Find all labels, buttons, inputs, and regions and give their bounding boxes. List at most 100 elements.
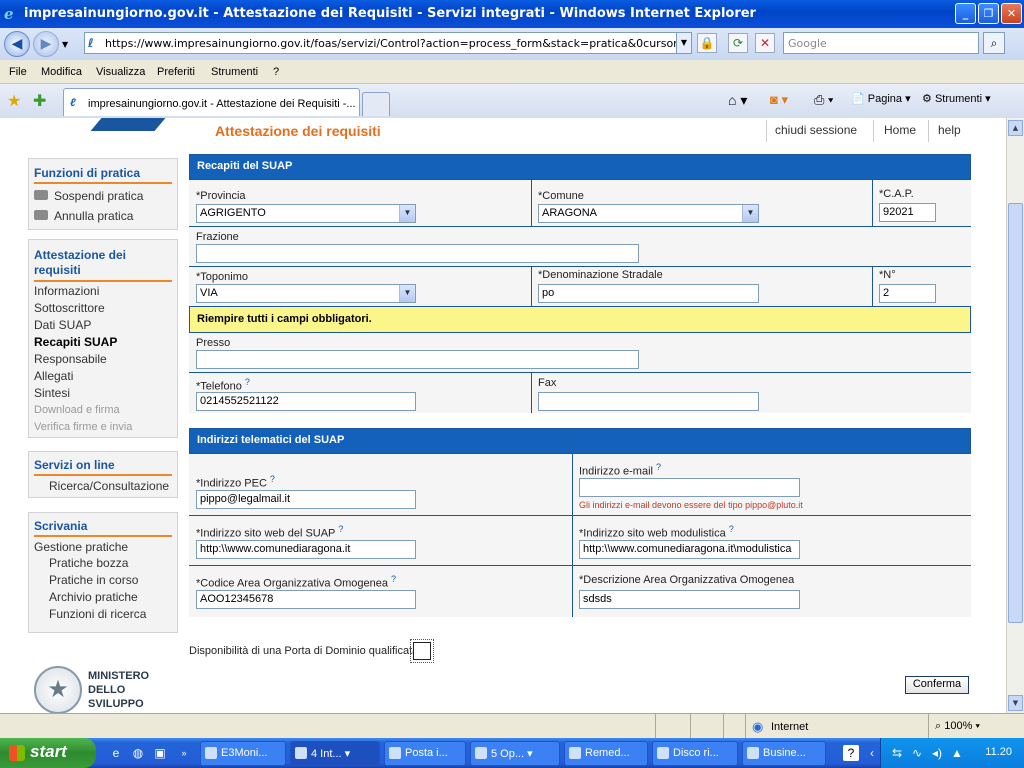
help-icon[interactable]: ?	[729, 524, 734, 534]
confirm-button[interactable]: Conferma	[905, 676, 969, 694]
sidebar-item-ricerca[interactable]: Ricerca/Consultazione	[49, 479, 169, 493]
tools-menu[interactable]: ⚙ Strumenti ▾	[922, 92, 991, 105]
network-icon[interactable]: ⇆	[889, 745, 905, 761]
republic-emblem-icon: ★	[34, 666, 82, 713]
taskbar-button[interactable]: Disco ri...	[652, 741, 738, 766]
modulistica-input[interactable]: http:\\www.comunediaragona.it\modulistic…	[579, 540, 800, 559]
menu-visualizza[interactable]: Visualizza	[96, 66, 145, 78]
sidebar-item-sospendi[interactable]: Sospendi pratica	[34, 189, 143, 203]
cap-input[interactable]: 92021	[879, 203, 936, 222]
descrizione-input[interactable]: sdsds	[579, 590, 800, 609]
menu-preferiti[interactable]: Preferiti	[157, 66, 195, 78]
sidebar-item-archivio-pratiche[interactable]: Archivio pratiche	[49, 590, 138, 604]
start-button[interactable]: start	[0, 738, 96, 768]
add-favorite-icon[interactable]: ✚	[33, 91, 46, 110]
menu-help[interactable]: ?	[273, 66, 279, 78]
sidebar-item-funzioni-ricerca[interactable]: Funzioni di ricerca	[49, 607, 146, 621]
descrizione-label: *Descrizione Area Organizzativa Omogenea	[579, 574, 795, 586]
home-link[interactable]: Home	[884, 123, 916, 137]
page-menu[interactable]: 📄 Pagina ▾	[851, 92, 911, 105]
taskbar-button[interactable]: E3Moni...	[200, 741, 286, 766]
help-icon[interactable]: ?	[245, 377, 250, 387]
zoom-control[interactable]: ⌕ 100% ▾	[935, 720, 980, 733]
frazione-input[interactable]	[196, 244, 639, 263]
wave-icon[interactable]: ∿	[909, 745, 925, 761]
app-quicklaunch-icon[interactable]: ◍	[130, 745, 146, 761]
vertical-scrollbar[interactable]: ▲ ▼	[1006, 118, 1024, 713]
taskbar-button[interactable]: Remed...	[564, 741, 648, 766]
close-button[interactable]: ✕	[1001, 3, 1022, 24]
provincia-select[interactable]: AGRIGENTO ▼	[196, 204, 416, 223]
taskbar-button[interactable]: 4 Int... ▾	[290, 741, 380, 766]
favorites-star-icon[interactable]: ★	[7, 91, 21, 110]
sidebar-item-annulla[interactable]: Annulla pratica	[34, 209, 133, 223]
search-input[interactable]: Google	[783, 32, 979, 54]
history-dropdown-icon[interactable]: ▼	[62, 40, 68, 49]
new-tab-button[interactable]	[362, 92, 390, 116]
sidebar-item-allegati[interactable]: Allegati	[34, 369, 73, 383]
porta-dominio-checkbox[interactable]	[410, 639, 434, 663]
taskbar-button[interactable]: 5 Op... ▾	[470, 741, 560, 766]
back-arrow-icon[interactable]: ◀	[4, 31, 30, 57]
sidebar-item-gestione-pratiche[interactable]: Gestione pratiche	[34, 540, 128, 554]
help-icon[interactable]: ?	[338, 524, 343, 534]
forward-arrow-icon[interactable]: ▶	[33, 31, 59, 57]
maximize-button[interactable]: ❐	[978, 3, 999, 24]
sidebar-item-recapiti-suap[interactable]: Recapiti SUAP	[34, 335, 117, 349]
taskbar: start e ◍ ▣ » E3Moni... 4 Int... ▾ Posta…	[0, 738, 1024, 768]
sidebar-item-dati-suap[interactable]: Dati SUAP	[34, 318, 91, 332]
desktop-quicklaunch-icon[interactable]: ▣	[152, 745, 168, 761]
menu-file[interactable]: File	[9, 66, 27, 78]
address-dropdown-icon[interactable]: ▼	[676, 32, 692, 54]
toponimo-select[interactable]: VIA ▼	[196, 284, 416, 303]
help-icon[interactable]: ?	[843, 745, 859, 761]
scroll-down-icon[interactable]: ▼	[1008, 695, 1023, 711]
window-title-bar[interactable]: e impresainungiorno.gov.it - Attestazion…	[0, 0, 1024, 28]
stop-icon[interactable]: ✕	[755, 33, 775, 53]
rss-feed-icon[interactable]: ◙ ▾	[770, 92, 788, 108]
telefono-input[interactable]: 0214552521122	[196, 392, 416, 411]
help-link[interactable]: help	[938, 123, 961, 137]
print-icon[interactable]: ⎙ ▾	[814, 92, 833, 108]
sidebar-item-responsabile[interactable]: Responsabile	[34, 352, 107, 366]
scroll-thumb[interactable]	[1008, 203, 1023, 623]
scroll-up-icon[interactable]: ▲	[1008, 120, 1023, 136]
home-icon[interactable]: ⌂ ▾	[728, 92, 747, 109]
fax-input[interactable]	[538, 392, 759, 411]
logout-link[interactable]: chiudi sessione	[775, 123, 857, 137]
help-icon[interactable]: ?	[391, 574, 396, 584]
menu-modifica[interactable]: Modifica	[41, 66, 82, 78]
menu-strumenti[interactable]: Strumenti	[211, 66, 258, 78]
sidebar-item-pratiche-in-corso[interactable]: Pratiche in corso	[49, 573, 138, 587]
taskbar-button[interactable]: Busine...	[742, 741, 826, 766]
help-icon[interactable]: ?	[656, 462, 661, 472]
presso-input[interactable]	[196, 350, 639, 369]
tools-menu-label: Strumenti	[934, 93, 983, 105]
sidebar-item-sintesi[interactable]: Sintesi	[34, 386, 70, 400]
ie-quicklaunch-icon[interactable]: e	[108, 745, 124, 761]
comune-select[interactable]: ARAGONA ▼	[538, 204, 759, 223]
codice-input[interactable]: AOO12345678	[196, 590, 416, 609]
denominazione-input[interactable]: po	[538, 284, 759, 303]
tray-expand-icon[interactable]: ‹	[864, 745, 880, 761]
address-input[interactable]: ℓ https://www.impresainungiorno.gov.it/f…	[84, 32, 692, 54]
sito-input[interactable]: http:\\www.comunediaragona.it	[196, 540, 416, 559]
sidebar-item-informazioni[interactable]: Informazioni	[34, 284, 99, 298]
search-icon[interactable]: ⌕	[983, 32, 1005, 54]
numero-label: *N°	[879, 269, 896, 281]
tab-active[interactable]: ℓ impresainungiorno.gov.it - Attestazion…	[63, 88, 360, 116]
sidebar-item-sottoscrittore[interactable]: Sottoscrittore	[34, 301, 105, 315]
sidebar-item-pratiche-bozza[interactable]: Pratiche bozza	[49, 556, 128, 570]
shield-icon[interactable]: ▲	[949, 745, 965, 761]
minimize-button[interactable]: _	[955, 3, 976, 24]
lock-icon[interactable]: 🔒	[697, 33, 717, 53]
email-input[interactable]	[579, 478, 800, 497]
help-icon[interactable]: ?	[270, 474, 275, 484]
refresh-icon[interactable]: ⟳	[728, 33, 748, 53]
volume-icon[interactable]: ◂)	[929, 745, 945, 761]
chevron-icon[interactable]: »	[176, 745, 192, 761]
numero-input[interactable]: 2	[879, 284, 936, 303]
pec-input[interactable]: pippo@legalmail.it	[196, 490, 416, 509]
ministero-line-1: MINISTERO	[88, 670, 150, 682]
taskbar-button[interactable]: Posta i...	[384, 741, 466, 766]
